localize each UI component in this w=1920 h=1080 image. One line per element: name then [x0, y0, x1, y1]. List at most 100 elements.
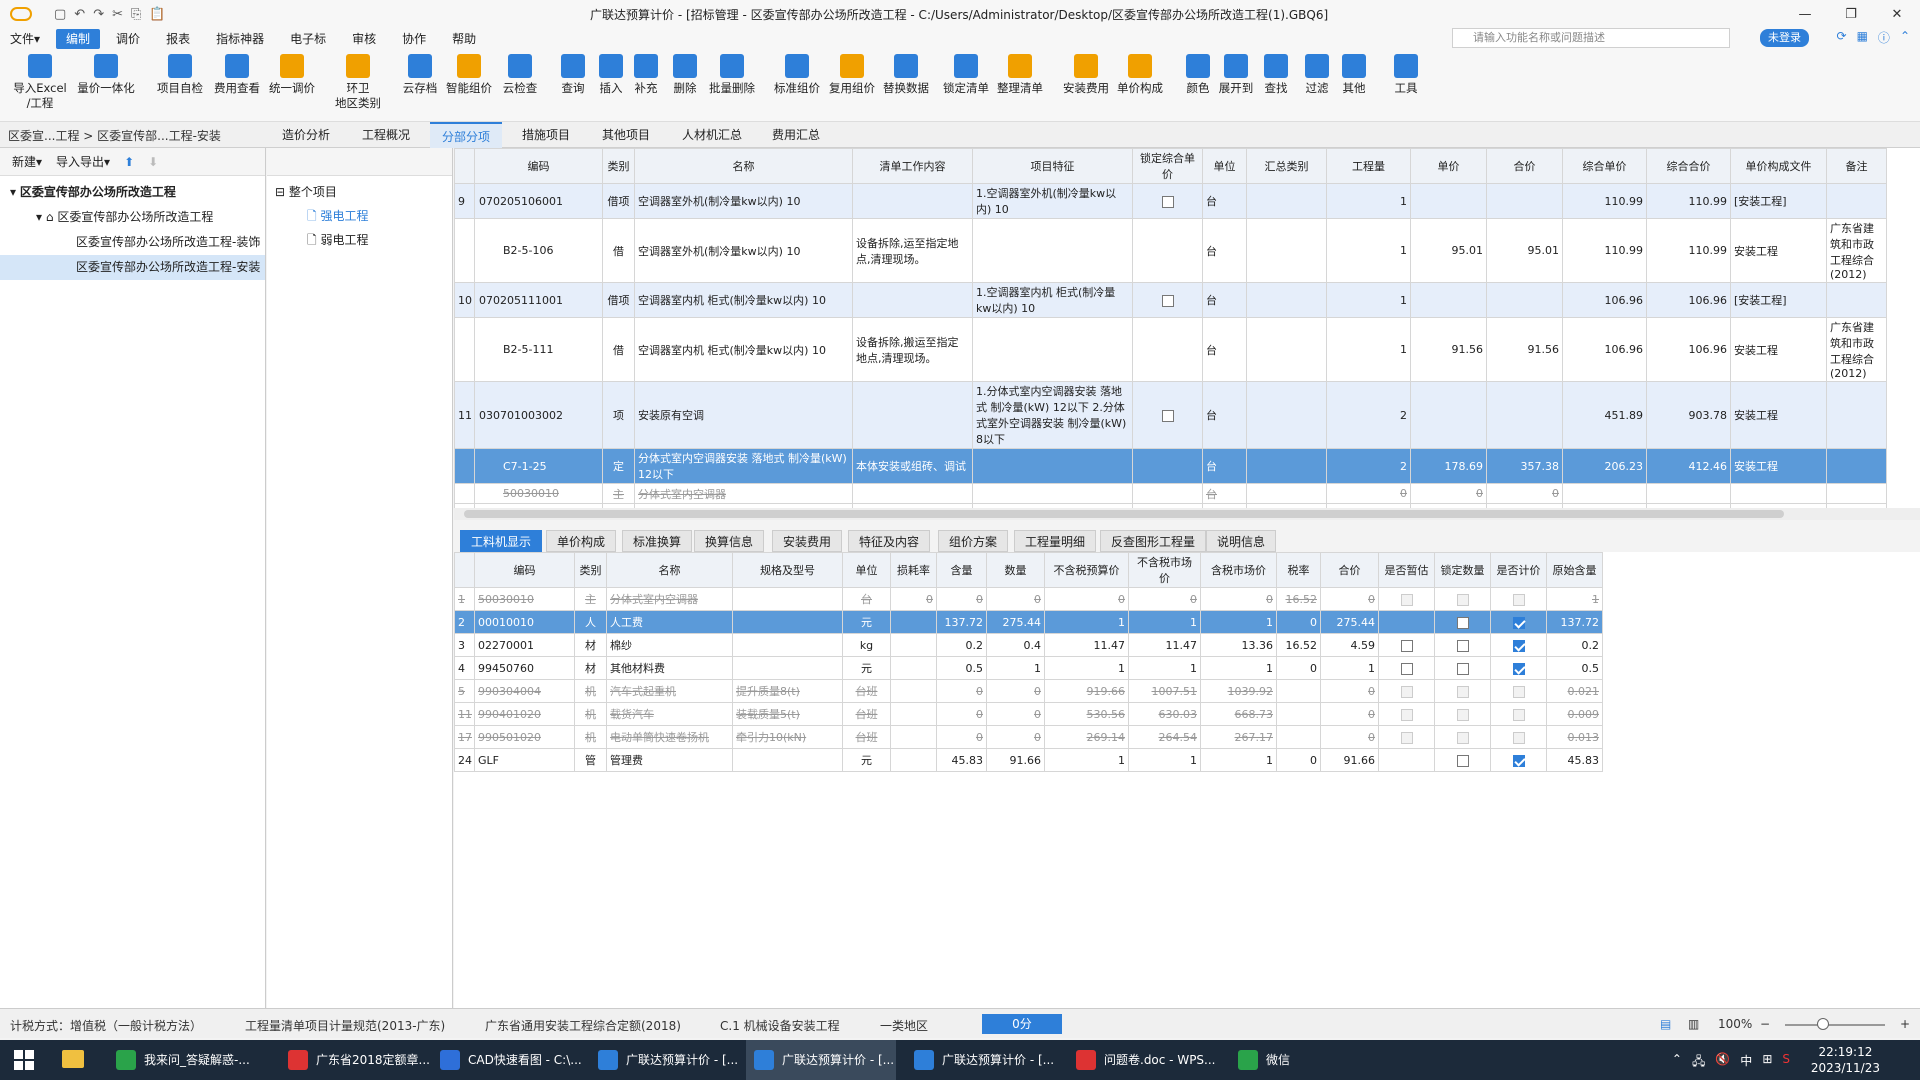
- wps-tray-icon[interactable]: S: [1782, 1052, 1790, 1073]
- lower-cell[interactable]: [1378, 610, 1435, 634]
- grid-cell[interactable]: 412.46: [1646, 448, 1731, 484]
- priced-checkbox[interactable]: [1512, 616, 1525, 629]
- ribbon-button-16[interactable]: 替换数据: [874, 54, 938, 96]
- grid-cell[interactable]: 110.99: [1646, 218, 1731, 283]
- detail-tab-6[interactable]: 组价方案: [938, 530, 1009, 552]
- lower-header[interactable]: 含量: [936, 552, 987, 588]
- lower-cell[interactable]: [1378, 725, 1435, 749]
- grid-cell[interactable]: 广东省建筑和市政工程综合(2012): [1826, 218, 1887, 283]
- lower-header[interactable]: 含税市场价: [1200, 552, 1277, 588]
- grid-cell[interactable]: 110.99: [1562, 218, 1647, 283]
- tree-item-whole-project[interactable]: ⊟ 整个项目: [267, 180, 452, 204]
- lower-cell[interactable]: 0: [936, 679, 987, 703]
- menu-e-bid[interactable]: 电子标: [280, 29, 336, 49]
- grid-cell[interactable]: [1826, 448, 1887, 484]
- grid-cell[interactable]: 1: [1326, 282, 1411, 318]
- lower-cell[interactable]: [1276, 702, 1321, 726]
- grid-cell[interactable]: 106.96: [1562, 317, 1647, 382]
- tab-other-items[interactable]: 其他项目: [590, 122, 662, 148]
- grid-cell[interactable]: [1410, 282, 1487, 318]
- lower-cell[interactable]: [1434, 587, 1491, 611]
- grid-cell[interactable]: 台: [1202, 282, 1247, 318]
- ribbon-button-2[interactable]: 项目自检: [148, 54, 212, 96]
- lock-qty-checkbox[interactable]: [1456, 639, 1469, 652]
- grid-cell[interactable]: 2: [1326, 381, 1411, 449]
- lower-cell[interactable]: 5: [454, 679, 475, 703]
- lower-cell[interactable]: [1434, 656, 1491, 680]
- grid-cell[interactable]: [1826, 183, 1887, 219]
- grid-header[interactable]: 单价构成文件: [1730, 148, 1827, 184]
- grid-header[interactable]: 单价: [1410, 148, 1487, 184]
- lower-header[interactable]: 数量: [986, 552, 1045, 588]
- grid-cell[interactable]: [852, 282, 973, 318]
- grid-cell[interactable]: C7-1-25: [474, 448, 603, 484]
- lower-cell[interactable]: [890, 633, 937, 657]
- lower-cell[interactable]: 1007.51: [1128, 679, 1201, 703]
- lower-cell[interactable]: 0: [936, 725, 987, 749]
- move-up-icon[interactable]: ⬆: [124, 155, 134, 169]
- table-row[interactable]: 2 00010010 人人工费元 137.72 275.44 1 1 1 0 275.44 137.…: [454, 610, 1603, 634]
- lock-qty-checkbox[interactable]: [1456, 662, 1469, 675]
- detail-tab-7[interactable]: 工程量明细: [1014, 530, 1097, 552]
- ime-mode-icon[interactable]: ⊞: [1762, 1052, 1772, 1073]
- lower-cell[interactable]: 269.14: [1044, 725, 1129, 749]
- lower-cell[interactable]: kg: [842, 633, 891, 657]
- lower-cell[interactable]: 1: [1546, 587, 1603, 611]
- menu-help[interactable]: 帮助: [442, 29, 486, 49]
- grid-header[interactable]: 清单工作内容: [852, 148, 973, 184]
- lower-header[interactable]: 锁定数量: [1434, 552, 1491, 588]
- menu-edit[interactable]: 编制: [56, 29, 101, 49]
- priced-checkbox[interactable]: [1512, 731, 1525, 744]
- lower-cell[interactable]: 0.2: [936, 633, 987, 657]
- lower-cell[interactable]: 台: [842, 587, 891, 611]
- lower-header[interactable]: 税率: [1276, 552, 1321, 588]
- minimize-icon[interactable]: —: [1782, 0, 1828, 28]
- lower-cell[interactable]: 4.59: [1320, 633, 1379, 657]
- lower-cell[interactable]: 13.36: [1200, 633, 1277, 657]
- taskbar-item-5[interactable]: 广联达预算计价 - [...: [906, 1040, 1056, 1080]
- estimate-checkbox[interactable]: [1400, 685, 1413, 698]
- lower-cell[interactable]: 材: [574, 633, 607, 657]
- tree-item-installation[interactable]: 区委宣传部办公场所改造工程-安装: [0, 255, 265, 280]
- detail-tab-4[interactable]: 安装费用: [772, 530, 843, 552]
- cut-icon[interactable]: ✂: [112, 7, 123, 22]
- lower-cell[interactable]: 267.17: [1200, 725, 1277, 749]
- grid-cell[interactable]: 357.38: [1486, 448, 1563, 484]
- priced-checkbox[interactable]: [1512, 754, 1525, 767]
- grid-cell[interactable]: [852, 381, 973, 449]
- taskbar-item-3[interactable]: 广联达预算计价 - [...: [590, 1040, 740, 1080]
- lower-cell[interactable]: 0.021: [1546, 679, 1603, 703]
- grid-cell[interactable]: 110.99: [1646, 183, 1731, 219]
- grid-cell[interactable]: 空调器室外机(制冷量kw以内) 10: [634, 183, 853, 219]
- lower-cell[interactable]: 275.44: [1320, 610, 1379, 634]
- lower-cell[interactable]: [1276, 725, 1321, 749]
- tree-item-root[interactable]: ▾ 区委宣传部办公场所改造工程: [0, 180, 265, 205]
- tree-item-project[interactable]: ▾ ⌂ 区委宣传部办公场所改造工程: [0, 205, 265, 230]
- grid-header[interactable]: 综合单价: [1562, 148, 1647, 184]
- lower-cell[interactable]: [890, 610, 937, 634]
- lower-cell[interactable]: 1: [1044, 748, 1129, 772]
- lower-cell[interactable]: [1378, 656, 1435, 680]
- grid-cell[interactable]: [454, 218, 475, 283]
- lower-cell[interactable]: 530.56: [1044, 702, 1129, 726]
- lower-cell[interactable]: 990501020: [474, 725, 575, 749]
- grid-cell[interactable]: [1826, 381, 1887, 449]
- lower-cell[interactable]: 1: [1128, 610, 1201, 634]
- lower-cell[interactable]: 1: [1128, 748, 1201, 772]
- ime-icon[interactable]: 中: [1740, 1052, 1752, 1073]
- zoom-out-icon[interactable]: −: [1760, 1017, 1770, 1031]
- ribbon-button-4[interactable]: 统一调价: [260, 54, 324, 96]
- ribbon-button-26[interactable]: 工具: [1374, 54, 1438, 96]
- lower-cell[interactable]: 02270001: [474, 633, 575, 657]
- grid-header[interactable]: 综合合价: [1646, 148, 1731, 184]
- lower-cell[interactable]: [1490, 656, 1547, 680]
- grid-cell[interactable]: 451.89: [1562, 381, 1647, 449]
- lower-cell[interactable]: 材: [574, 656, 607, 680]
- move-down-icon[interactable]: ⬇: [148, 155, 158, 169]
- zoom-slider[interactable]: [1785, 1024, 1885, 1026]
- tab-project-overview[interactable]: 工程概况: [350, 122, 422, 148]
- lower-cell[interactable]: [732, 748, 843, 772]
- grid-cell[interactable]: 1.分体式室内空调器安装 落地式 制冷量(kW) 12以下 2.分体式室外空调器…: [972, 381, 1133, 449]
- grid-cell[interactable]: 9: [454, 183, 475, 219]
- grid-cell[interactable]: [1486, 183, 1563, 219]
